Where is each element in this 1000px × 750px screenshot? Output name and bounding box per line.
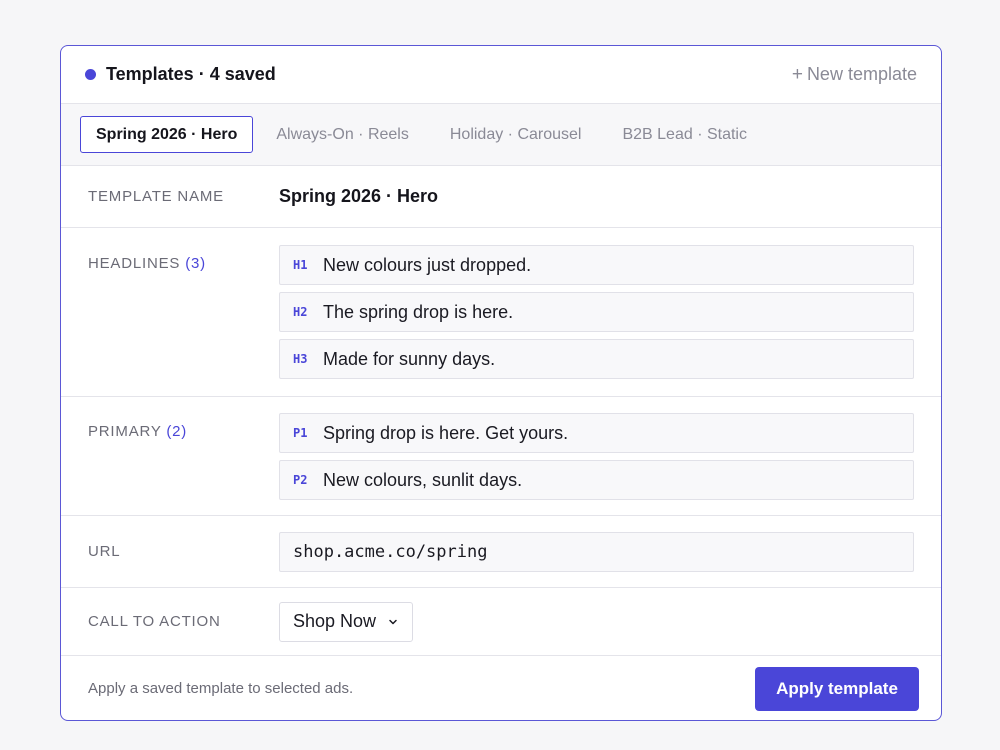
cta-label: CALL TO ACTION [88, 613, 221, 630]
template-name-value: Spring 2026 · Hero [279, 186, 439, 206]
template-name-label: TEMPLATE NAME [88, 188, 224, 205]
primary-text-item[interactable]: P2 New colours, sunlit days. [279, 460, 914, 500]
panel-header: Templates · 4 saved + New template [61, 46, 941, 104]
tab-holiday-carousel[interactable]: Holiday · Carousel [432, 116, 600, 153]
headline-item[interactable]: H2 The spring drop is here. [279, 292, 914, 332]
status-dot-icon [85, 69, 96, 80]
new-template-button[interactable]: + New template [792, 64, 917, 85]
panel-title: Templates · 4 saved [106, 64, 276, 84]
headline-tag: H3 [293, 352, 308, 366]
cta-select-value: Shop Now [293, 611, 377, 631]
primary-count: (2) [166, 423, 188, 440]
template-name-row: TEMPLATE NAME Spring 2026 · Hero [61, 166, 941, 228]
template-tabs: Spring 2026 · Hero Always-On · Reels Hol… [61, 104, 941, 166]
cta-body: Shop Now [279, 601, 941, 642]
primary-label: PRIMARY [88, 423, 162, 440]
url-field[interactable]: shop.acme.co/spring [279, 531, 914, 572]
primary-label-group: PRIMARY (2) [61, 413, 279, 515]
primary-text-item[interactable]: P1 Spring drop is here. Get yours. [279, 413, 914, 453]
templates-panel: Templates · 4 saved + New template Sprin… [60, 45, 942, 721]
primary-row: PRIMARY (2) P1 Spring drop is here. Get … [61, 397, 941, 516]
cta-select[interactable]: Shop Now [279, 601, 414, 642]
headline-tag: H2 [293, 305, 308, 319]
url-label: URL [88, 543, 121, 560]
primary-tag: P2 [293, 473, 308, 487]
tab-always-on-reels[interactable]: Always-On · Reels [258, 116, 426, 153]
headlines-label: HEADLINES [88, 255, 181, 272]
tab-b2b-lead-static[interactable]: B2B Lead · Static [604, 116, 765, 153]
primary-list: P1 Spring drop is here. Get yours. P2 Ne… [279, 413, 941, 515]
headlines-label-group: HEADLINES (3) [61, 245, 279, 396]
headlines-count: (3) [185, 255, 206, 272]
header-title-group: Templates · 4 saved [85, 64, 276, 85]
headline-tag: H1 [293, 258, 308, 272]
apply-template-button[interactable]: Apply template [755, 666, 919, 711]
headline-text: The spring drop is here. [323, 301, 514, 322]
headlines-row: HEADLINES (3) H1 New colours just droppe… [61, 228, 941, 397]
url-body: shop.acme.co/spring [279, 531, 941, 572]
headline-item[interactable]: H3 Made for sunny days. [279, 339, 914, 379]
headlines-list: H1 New colours just dropped. H2 The spri… [279, 245, 941, 396]
panel-footer: Apply a saved template to selected ads. … [61, 656, 941, 720]
plus-icon: + [791, 64, 803, 85]
primary-text: Spring drop is here. Get yours. [323, 422, 569, 443]
primary-tag: P1 [293, 426, 308, 440]
headline-text: New colours just dropped. [323, 254, 532, 275]
footer-note: Apply a saved template to selected ads. [88, 680, 354, 697]
headline-item[interactable]: H1 New colours just dropped. [279, 245, 914, 285]
new-template-label: New template [806, 64, 917, 84]
chevron-down-icon [389, 619, 397, 624]
headline-text: Made for sunny days. [323, 348, 496, 369]
tab-spring-2026-hero[interactable]: Spring 2026 · Hero [80, 116, 254, 153]
primary-text: New colours, sunlit days. [323, 469, 523, 490]
cta-row: CALL TO ACTION Shop Now [61, 588, 941, 656]
url-row: URL shop.acme.co/spring [61, 516, 941, 588]
